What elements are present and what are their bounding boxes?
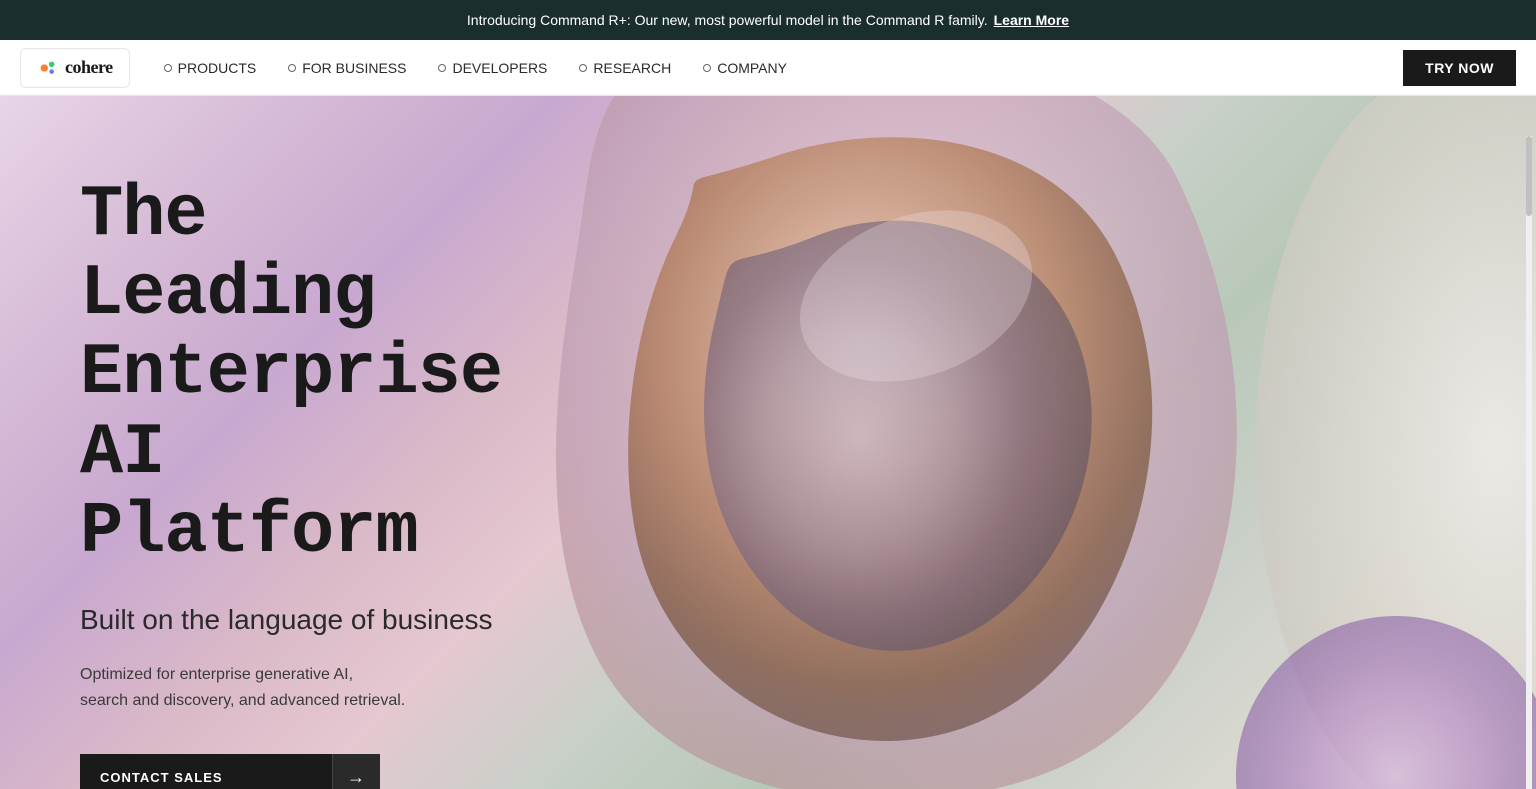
nav-dot-research <box>579 64 587 72</box>
announcement-banner: Introducing Command R+: Our new, most po… <box>0 0 1536 40</box>
hero-art <box>536 96 1536 789</box>
nav-links: PRODUCTS FOR BUSINESS DEVELOPERS RESEARC… <box>150 52 1404 84</box>
hero-content: The Leading Enterprise AI Platform Built… <box>0 96 600 789</box>
scrollbar[interactable] <box>1526 136 1532 789</box>
nav-item-company[interactable]: COMPANY <box>689 52 801 84</box>
logo-link[interactable]: cohere <box>20 48 130 88</box>
hero-title: The Leading Enterprise AI Platform <box>80 176 540 572</box>
hero-description: Optimized for enterprise generative AI, … <box>80 662 500 713</box>
logo-text: cohere <box>65 57 113 78</box>
hero-section: The Leading Enterprise AI Platform Built… <box>0 96 1536 789</box>
contact-sales-label: CONTACT SALES <box>80 770 332 785</box>
hero-buttons: CONTACT SALES → TRY THE PLAYGROUND <box>80 754 380 789</box>
nav-item-for-business[interactable]: FOR BUSINESS <box>274 52 420 84</box>
nav-dot-products <box>164 64 172 72</box>
scrollbar-thumb[interactable] <box>1526 136 1532 216</box>
navbar: cohere PRODUCTS FOR BUSINESS DEVELOPERS … <box>0 40 1536 96</box>
try-now-button[interactable]: TRY NOW <box>1403 50 1516 86</box>
nav-item-research[interactable]: RESEARCH <box>565 52 685 84</box>
contact-sales-arrow-icon: → <box>332 754 380 789</box>
cohere-logo-icon <box>37 57 59 79</box>
nav-dot-for-business <box>288 64 296 72</box>
announcement-link[interactable]: Learn More <box>994 12 1069 28</box>
contact-sales-button[interactable]: CONTACT SALES → <box>80 754 380 789</box>
nav-item-developers[interactable]: DEVELOPERS <box>424 52 561 84</box>
nav-dot-company <box>703 64 711 72</box>
nav-dot-developers <box>438 64 446 72</box>
hero-subtitle: Built on the language of business <box>80 602 540 638</box>
announcement-text: Introducing Command R+: Our new, most po… <box>467 12 988 28</box>
nav-item-products[interactable]: PRODUCTS <box>150 52 271 84</box>
